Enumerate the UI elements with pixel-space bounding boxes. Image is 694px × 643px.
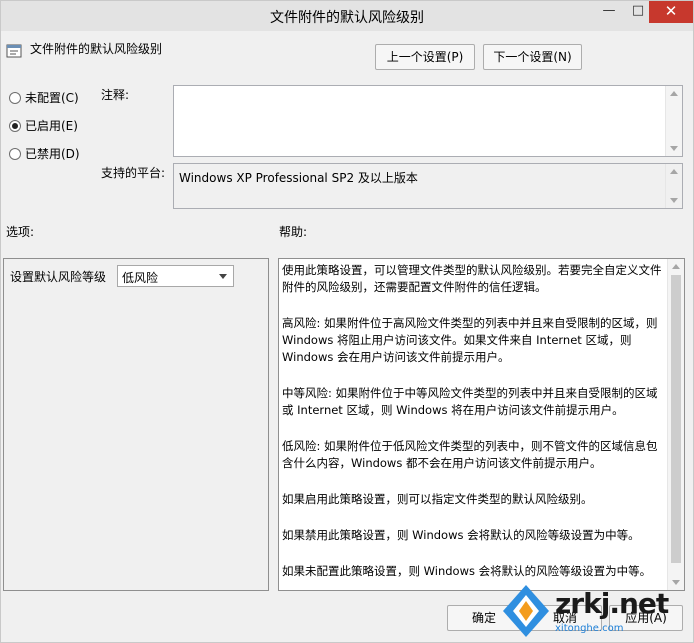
next-setting-button[interactable]: 下一个设置(N) bbox=[483, 44, 582, 70]
help-paragraph: 使用此策略设置，可以管理文件类型的默认风险级别。若要完全自定义文件附件的风险级别… bbox=[282, 263, 662, 294]
scroll-down-arrow-icon[interactable] bbox=[670, 198, 678, 203]
risk-level-selected-value: 低风险 bbox=[122, 271, 159, 285]
comment-scrollbar[interactable] bbox=[665, 86, 682, 156]
help-paragraph: 高风险: 如果附件位于高风险文件类型的列表中并且来自受限制的区域，则 Windo… bbox=[282, 316, 658, 364]
help-scrollbar[interactable] bbox=[667, 259, 684, 590]
watermark-emblem-icon bbox=[503, 585, 549, 637]
help-paragraph: 如果禁用此策略设置，则 Windows 会将默认的风险等级设置为中等。 bbox=[282, 528, 640, 542]
radio-button-icon[interactable] bbox=[9, 147, 21, 160]
help-paragraph: 如果启用此策略设置，则可以指定文件类型的默认风险级别。 bbox=[282, 492, 593, 506]
radio-label: 已启用(E) bbox=[25, 119, 78, 133]
watermark-logo: zrkj.net xitonghe.com bbox=[501, 581, 691, 641]
help-panel[interactable]: 使用此策略设置，可以管理文件类型的默认风险级别。若要完全自定义文件附件的风险级别… bbox=[278, 258, 685, 591]
scroll-up-arrow-icon[interactable] bbox=[672, 264, 680, 269]
watermark-subtext: xitonghe.com bbox=[555, 623, 624, 634]
watermark-brand: zrkj.net bbox=[555, 587, 669, 620]
platform-scrollbar[interactable] bbox=[665, 164, 682, 208]
window-title: 文件附件的默认风险级别 bbox=[270, 10, 424, 26]
help-paragraph: 如果未配置此策略设置，则 Windows 会将默认的风险等级设置为中等。 bbox=[282, 564, 652, 578]
radio-label: 未配置(C) bbox=[25, 91, 79, 105]
supported-platform-value: Windows XP Professional SP2 及以上版本 bbox=[179, 171, 418, 185]
scroll-up-arrow-icon[interactable] bbox=[670, 91, 678, 96]
radio-not-configured[interactable]: 未配置(C) bbox=[9, 89, 79, 105]
help-text: 使用此策略设置，可以管理文件类型的默认风险级别。若要完全自定义文件附件的风险级别… bbox=[282, 262, 668, 590]
comment-textarea[interactable] bbox=[173, 85, 683, 157]
help-paragraph: 低风险: 如果附件位于低风险文件类型的列表中，则不管文件的区域信息包含什么内容，… bbox=[282, 439, 658, 470]
policy-dialog-window: 文件附件的默认风险级别 — □ ✕ 文件附件的默认风险级别 上一个设置(P) 下… bbox=[0, 0, 694, 643]
options-panel: 设置默认风险等级 低风险 bbox=[3, 258, 269, 591]
options-header: 选项: bbox=[6, 225, 35, 239]
policy-settings-icon bbox=[6, 44, 22, 58]
radio-disabled[interactable]: 已禁用(D) bbox=[9, 145, 80, 161]
help-header: 帮助: bbox=[279, 225, 308, 239]
policy-title: 文件附件的默认风险级别 bbox=[30, 42, 163, 56]
minimize-icon[interactable]: — bbox=[594, 1, 624, 23]
radio-enabled[interactable]: 已启用(E) bbox=[9, 117, 78, 133]
radio-button-icon[interactable] bbox=[9, 91, 21, 104]
supported-platform-box: Windows XP Professional SP2 及以上版本 bbox=[173, 163, 683, 209]
radio-label: 已禁用(D) bbox=[25, 147, 80, 161]
scroll-down-arrow-icon[interactable] bbox=[670, 146, 678, 151]
close-icon[interactable]: ✕ bbox=[649, 1, 693, 23]
scroll-up-arrow-icon[interactable] bbox=[670, 169, 678, 174]
risk-level-dropdown[interactable]: 低风险 bbox=[117, 265, 234, 287]
scrollbar-thumb[interactable] bbox=[671, 275, 681, 563]
previous-setting-button[interactable]: 上一个设置(P) bbox=[375, 44, 475, 70]
supported-platform-label: 支持的平台: bbox=[101, 166, 166, 180]
title-bar[interactable]: 文件附件的默认风险级别 — □ ✕ bbox=[1, 1, 693, 31]
help-paragraph: 中等风险: 如果附件位于中等风险文件类型的列表中并且来自受限制的区域或 Inte… bbox=[282, 386, 658, 417]
radio-button-selected-icon[interactable] bbox=[9, 119, 21, 132]
chevron-down-icon[interactable] bbox=[219, 274, 227, 279]
comment-label: 注释: bbox=[101, 88, 130, 102]
default-risk-level-label: 设置默认风险等级 bbox=[10, 270, 107, 284]
